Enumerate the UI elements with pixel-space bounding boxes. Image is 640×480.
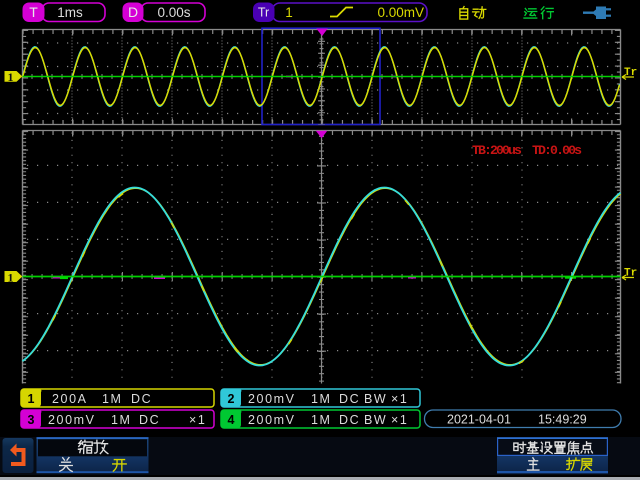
svg-text:2: 2 — [228, 392, 235, 406]
svg-text:DC: DC — [339, 413, 360, 427]
svg-text:1M: 1M — [311, 392, 332, 406]
svg-text:×1: ×1 — [391, 392, 408, 406]
svg-text:BW: BW — [364, 413, 387, 427]
svg-text:1: 1 — [285, 5, 293, 20]
svg-text:DC: DC — [131, 392, 152, 406]
svg-text:DC: DC — [139, 413, 160, 427]
svg-text:1M: 1M — [102, 392, 123, 406]
svg-text:3: 3 — [28, 413, 35, 427]
svg-text:200mV: 200mV — [248, 392, 296, 406]
svg-text:1: 1 — [8, 270, 14, 284]
svg-text:T: T — [29, 4, 38, 20]
svg-text:D: D — [128, 4, 138, 20]
svg-text:200mV: 200mV — [248, 413, 296, 427]
svg-text:200A: 200A — [52, 392, 88, 406]
svg-text:×1: ×1 — [391, 413, 408, 427]
svg-text:15:49:29: 15:49:29 — [538, 413, 587, 427]
svg-text:2021-04-01: 2021-04-01 — [447, 413, 511, 427]
svg-text:×1: ×1 — [189, 413, 206, 427]
svg-text:4: 4 — [228, 413, 235, 427]
svg-text:1: 1 — [28, 392, 35, 406]
svg-text:0.00s: 0.00s — [157, 5, 190, 20]
svg-text:1: 1 — [8, 70, 14, 84]
svg-text:1M: 1M — [311, 413, 332, 427]
svg-text:Tr: Tr — [258, 6, 269, 20]
svg-text:1ms: 1ms — [57, 5, 83, 20]
svg-text:BW: BW — [364, 392, 387, 406]
svg-text:0.00mV: 0.00mV — [377, 5, 424, 20]
svg-text:DC: DC — [339, 392, 360, 406]
svg-text:200mV: 200mV — [48, 413, 96, 427]
svg-text:TB:200us TD:0.00s: TB:200us TD:0.00s — [472, 143, 582, 158]
svg-text:1M: 1M — [111, 413, 132, 427]
